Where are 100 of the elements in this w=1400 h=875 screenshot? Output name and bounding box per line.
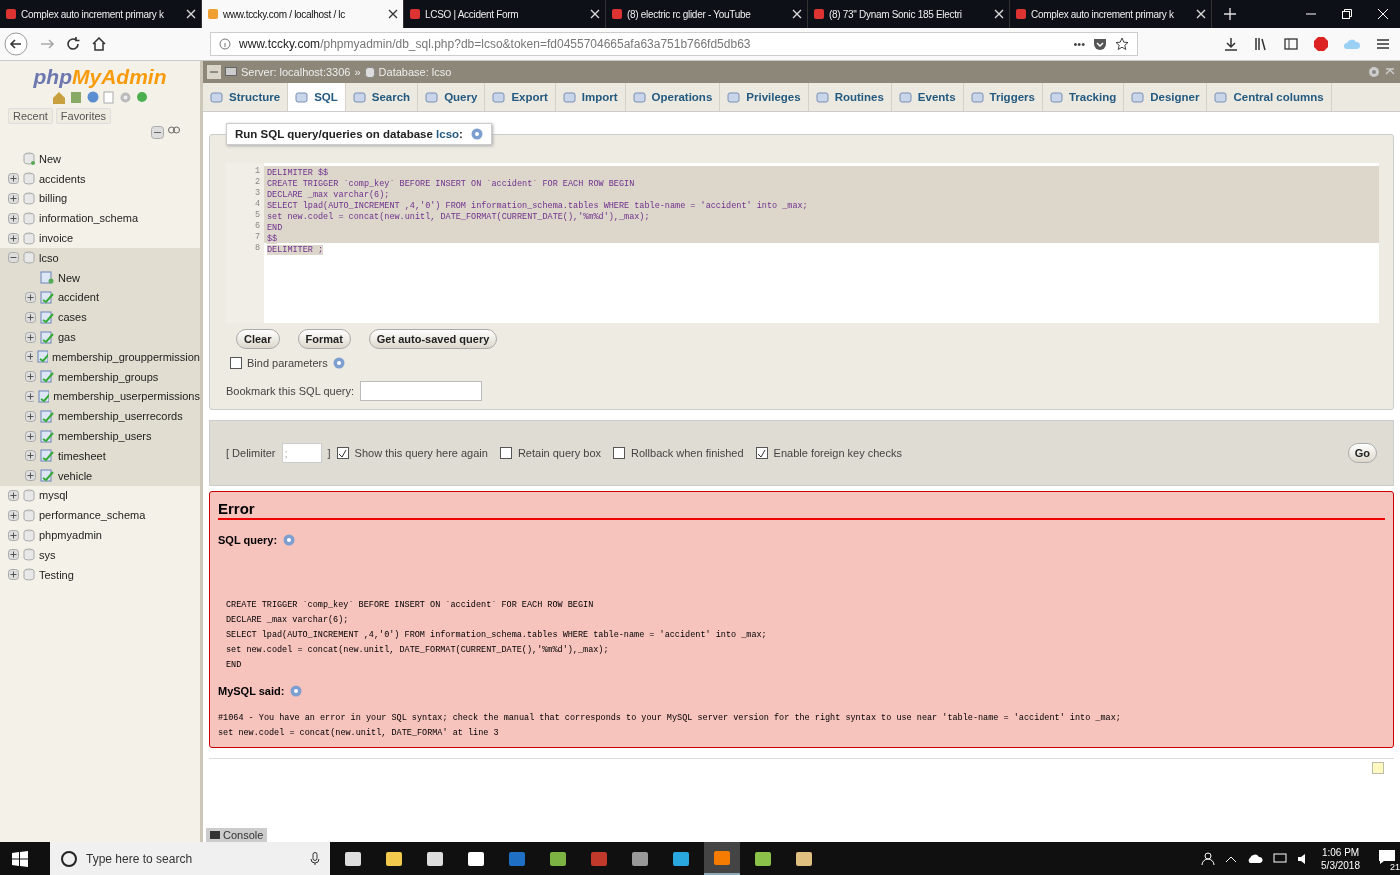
table-name[interactable]: accident (58, 291, 99, 304)
people-icon[interactable] (1201, 851, 1216, 866)
download-icon[interactable] (1224, 37, 1238, 51)
database-name[interactable]: phpmyadmin (39, 529, 102, 542)
expander-icon[interactable] (8, 193, 19, 204)
tab[interactable]: Privileges (720, 83, 809, 111)
database-name[interactable]: billing (39, 192, 68, 205)
network-icon[interactable] (1273, 852, 1288, 865)
tab[interactable]: Query (418, 83, 486, 111)
help-icon[interactable] (87, 91, 99, 103)
help-icon[interactable] (470, 128, 483, 140)
table-name[interactable]: membership_users (58, 430, 152, 443)
tab[interactable]: Events (891, 83, 964, 111)
checkbox[interactable] (336, 447, 349, 459)
action-button[interactable]: Format (297, 329, 351, 349)
expander-icon[interactable] (25, 291, 36, 303)
chevron-up-icon[interactable] (1225, 854, 1238, 863)
page-actions-button[interactable]: ••• (1073, 38, 1085, 50)
table-name[interactable]: cases (58, 311, 87, 324)
database-name[interactable]: accidents (39, 172, 86, 185)
table-name[interactable]: New (58, 271, 80, 284)
close-icon[interactable] (388, 9, 398, 19)
checkbox[interactable] (755, 447, 768, 459)
library-icon[interactable] (1254, 37, 1268, 51)
expander-icon[interactable] (25, 410, 36, 422)
new-tab-icon[interactable] (1224, 8, 1236, 20)
table-name[interactable]: timesheet (58, 449, 106, 462)
help-icon[interactable] (332, 357, 345, 369)
database-name[interactable]: sys (39, 548, 56, 561)
help-icon[interactable] (283, 534, 296, 546)
expander-icon[interactable] (8, 509, 19, 521)
database-name[interactable]: information_schema (39, 212, 139, 225)
pocket-icon[interactable] (1093, 37, 1107, 51)
console-tab[interactable]: Console (206, 828, 268, 842)
expander-icon[interactable] (25, 430, 36, 442)
expander-icon[interactable] (8, 232, 19, 244)
table-name[interactable]: membership_userrecords (58, 410, 183, 423)
expander-icon[interactable] (8, 212, 19, 224)
clock-time[interactable]: 1:06 PM (1321, 845, 1360, 859)
sidebar-tab[interactable]: Recent (8, 108, 53, 124)
notification-icon[interactable] (1378, 849, 1396, 865)
address-bar[interactable]: www.tccky.com/phpmyadmin/db_sql.php?db=lcso&token=fd0455704665afa63a751b766fd5db63 ••• (210, 32, 1138, 56)
go-button[interactable]: Go (1347, 443, 1377, 463)
tab[interactable]: Import (555, 83, 626, 111)
adblock-icon[interactable] (1314, 37, 1328, 51)
table-name[interactable]: vehicle (58, 469, 93, 482)
restore-icon[interactable] (1342, 9, 1352, 19)
menu-icon[interactable] (1376, 37, 1390, 51)
table-name[interactable]: membership_userpermissions (53, 390, 200, 403)
tab[interactable]: Operations (625, 83, 721, 111)
sidebar-icon[interactable] (1284, 37, 1298, 51)
windows-icon[interactable] (12, 850, 28, 867)
link-icon[interactable] (168, 126, 180, 134)
expander-icon[interactable] (8, 549, 19, 561)
input-field[interactable] (360, 381, 482, 401)
action-button[interactable]: Get auto-saved query (368, 329, 498, 349)
database-name[interactable]: invoice (39, 232, 74, 245)
tab[interactable]: Central columns (1207, 83, 1332, 111)
expander-icon[interactable] (8, 252, 19, 264)
tab[interactable]: Tracking (1042, 83, 1125, 111)
tab[interactable]: Routines (808, 83, 892, 111)
checkbox[interactable] (499, 447, 512, 459)
expander-icon[interactable] (8, 489, 19, 501)
expander-icon[interactable] (25, 390, 34, 402)
help-icon[interactable] (290, 685, 303, 697)
home-icon[interactable] (92, 37, 106, 51)
clock-date[interactable]: 5/3/2018 (1321, 858, 1360, 872)
sidebar-tab[interactable]: Favorites (55, 108, 112, 124)
table-name[interactable]: gas (58, 331, 76, 344)
table-name[interactable]: membership_grouppermission (52, 350, 200, 363)
expander-icon[interactable] (25, 351, 34, 363)
database-name[interactable]: lcso (39, 251, 59, 264)
tab[interactable]: SQL (288, 83, 346, 111)
table-name[interactable]: membership_groups (58, 370, 159, 383)
browser-tab[interactable]: www.tccky.com / localhost / lc (202, 0, 404, 28)
collapse-icon[interactable] (151, 126, 164, 139)
search-field[interactable]: Type here to search (50, 842, 330, 875)
tab[interactable]: Designer (1124, 83, 1208, 111)
tab[interactable]: Search (345, 83, 419, 111)
expander-icon[interactable] (25, 450, 36, 462)
back-icon[interactable] (4, 32, 28, 56)
cloud-icon[interactable] (1247, 853, 1264, 864)
tab[interactable]: Triggers (963, 83, 1043, 111)
microphone-icon[interactable] (310, 851, 320, 866)
database-name[interactable]: Testing (39, 568, 74, 581)
tab[interactable]: Export (485, 83, 556, 111)
expander-icon[interactable] (25, 331, 36, 343)
star-icon[interactable] (1115, 37, 1129, 51)
logo[interactable]: phpMyAdmin (0, 61, 200, 89)
expander-icon[interactable] (8, 173, 19, 185)
expander-icon[interactable] (25, 470, 36, 482)
expander-icon[interactable] (25, 311, 36, 323)
database-name[interactable]: performance_schema (39, 509, 146, 522)
action-button[interactable]: Clear (236, 329, 280, 349)
expander-icon[interactable] (8, 529, 19, 541)
expander-icon[interactable] (25, 371, 36, 383)
checkbox[interactable] (230, 357, 242, 369)
database-name[interactable]: New (39, 152, 61, 165)
expander-icon[interactable] (8, 569, 19, 581)
checkbox[interactable] (613, 447, 626, 459)
